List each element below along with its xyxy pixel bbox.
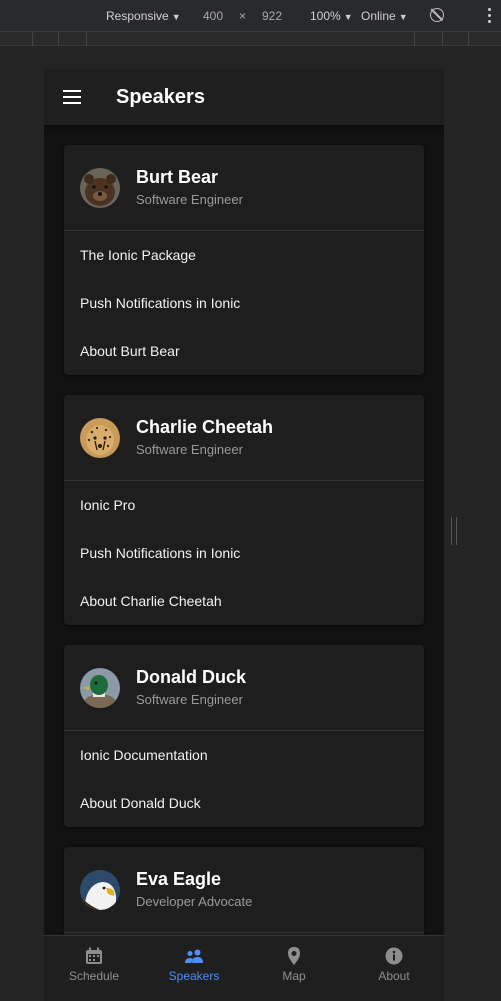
calendar-icon xyxy=(86,947,102,964)
tab-schedule[interactable]: Schedule xyxy=(44,936,144,1001)
app-header: Speakers xyxy=(44,69,444,125)
speaker-card-header[interactable]: Donald Duck Software Engineer xyxy=(64,645,424,731)
session-item[interactable]: Ionic Pro xyxy=(64,481,424,529)
about-speaker-item[interactable]: About Charlie Cheetah xyxy=(64,577,424,625)
about-speaker-item[interactable]: About Burt Bear xyxy=(64,327,424,375)
speaker-role: Developer Advocate xyxy=(136,894,253,909)
session-item[interactable]: Ionic Documentation xyxy=(64,731,424,779)
tab-label: Map xyxy=(282,969,306,983)
speaker-card-header[interactable]: Burt Bear Software Engineer xyxy=(64,145,424,231)
speaker-avatar xyxy=(80,168,120,208)
resize-handle[interactable] xyxy=(451,517,457,545)
network-label: Online xyxy=(361,9,396,23)
speaker-avatar xyxy=(80,668,120,708)
eagle-avatar-icon xyxy=(80,870,120,910)
tab-label: Schedule xyxy=(68,969,120,983)
rotate-disabled-icon[interactable] xyxy=(430,8,444,22)
caret-down-icon: ▼ xyxy=(171,12,181,22)
speaker-card-header[interactable]: Charlie Cheetah Software Engineer xyxy=(64,395,424,481)
people-icon xyxy=(185,949,203,963)
map-pin-icon xyxy=(288,947,300,965)
speaker-role: Software Engineer xyxy=(136,442,243,457)
network-throttle-select[interactable]: Online ▼ xyxy=(361,9,408,23)
tab-about[interactable]: About xyxy=(344,936,444,1001)
cheetah-avatar-icon xyxy=(80,418,120,458)
tab-label: About xyxy=(378,969,410,983)
caret-down-icon: ▼ xyxy=(398,12,408,22)
zoom-label: 100% xyxy=(310,9,341,23)
speaker-card-header[interactable]: Eva Eagle Developer Advocate xyxy=(64,847,424,933)
duck-avatar-icon xyxy=(80,668,120,708)
speaker-card: Eva Eagle Developer Advocate xyxy=(64,847,424,935)
speaker-name: Donald Duck xyxy=(136,667,247,687)
devtools-toolbar: Responsive ▼ 400 × 922 100% ▼ Online ▼ xyxy=(0,0,501,32)
speaker-role: Software Engineer xyxy=(136,692,243,707)
speaker-name: Burt Bear xyxy=(136,167,219,187)
speaker-name: Charlie Cheetah xyxy=(136,417,274,437)
caret-down-icon: ▼ xyxy=(343,12,353,22)
tab-label: Speakers xyxy=(168,969,220,983)
about-speaker-item[interactable]: About Donald Duck xyxy=(64,779,424,827)
info-icon xyxy=(385,947,403,965)
speaker-name: Eva Eagle xyxy=(136,869,222,889)
viewport-width-input[interactable]: 400 xyxy=(203,9,223,23)
tab-bar: Schedule Speakers Map About xyxy=(44,935,444,1001)
menu-icon[interactable] xyxy=(63,90,81,104)
session-item[interactable]: Push Notifications in Ionic xyxy=(64,529,424,577)
media-query-ruler xyxy=(0,32,501,46)
bear-avatar-icon xyxy=(80,168,120,208)
more-options-icon[interactable] xyxy=(488,8,492,26)
viewport-height-input[interactable]: 922 xyxy=(262,9,282,23)
speaker-card: Donald Duck Software Engineer Ionic Docu… xyxy=(64,645,424,827)
speaker-list: Burt Bear Software Engineer The Ionic Pa… xyxy=(44,125,444,935)
session-item[interactable]: Push Notifications in Ionic xyxy=(64,279,424,327)
device-viewport: Speakers Burt Bear Software Engineer The… xyxy=(44,69,444,1001)
page-title: Speakers xyxy=(116,86,205,108)
zoom-select[interactable]: 100% ▼ xyxy=(310,9,353,23)
tab-speakers[interactable]: Speakers xyxy=(144,936,244,1001)
tab-map[interactable]: Map xyxy=(244,936,344,1001)
dimension-separator: × xyxy=(239,9,247,23)
speaker-card: Burt Bear Software Engineer The Ionic Pa… xyxy=(64,145,424,375)
speaker-role: Software Engineer xyxy=(136,192,243,207)
session-item[interactable]: The Ionic Package xyxy=(64,231,424,279)
device-mode-select[interactable]: Responsive ▼ xyxy=(106,9,181,23)
device-mode-label: Responsive xyxy=(106,9,169,23)
speaker-card: Charlie Cheetah Software Engineer Ionic … xyxy=(64,395,424,625)
speaker-avatar xyxy=(80,418,120,458)
speaker-avatar xyxy=(80,870,120,910)
